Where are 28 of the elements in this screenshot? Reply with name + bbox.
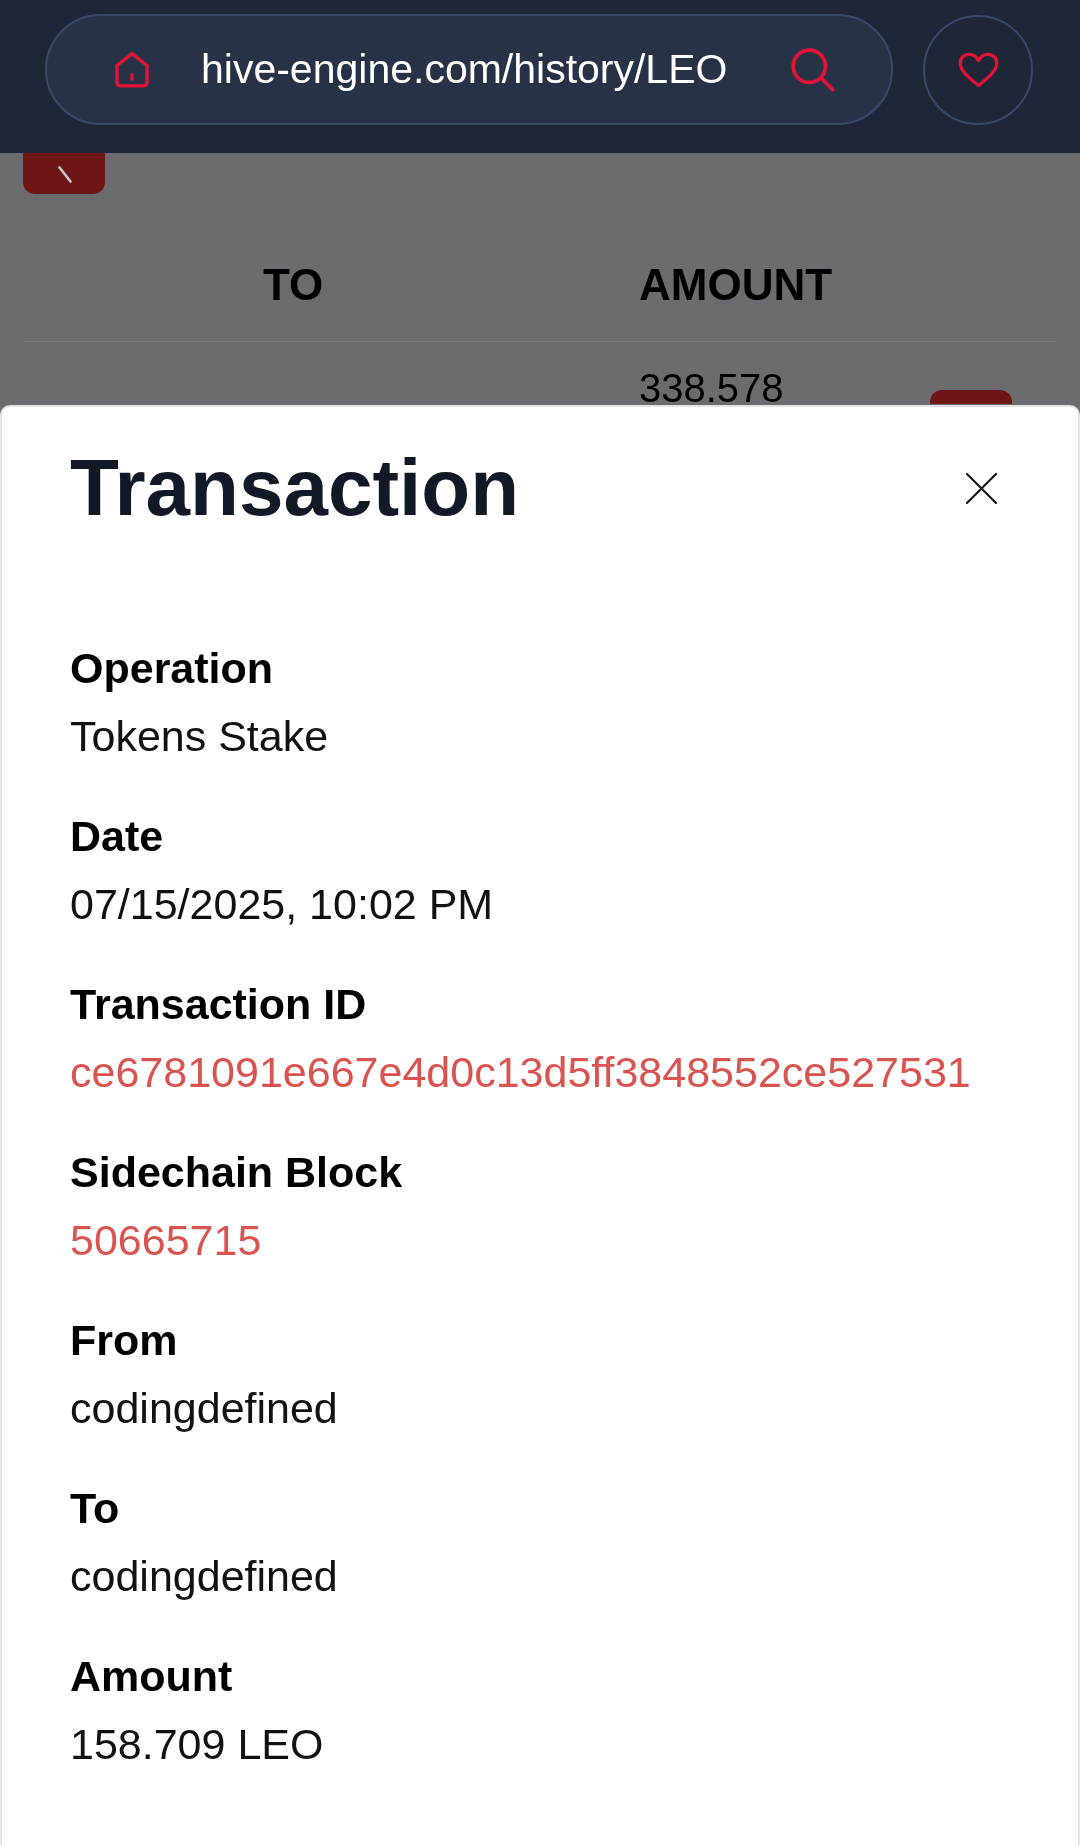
field-label: Sidechain Block — [70, 1147, 403, 1198]
field-value: Tokens Stake — [70, 711, 329, 762]
action-button[interactable] — [930, 390, 1012, 404]
field-label: From — [70, 1315, 178, 1366]
modal-title: Transaction — [70, 442, 520, 534]
field-label: Transaction ID — [70, 979, 367, 1030]
url-text[interactable]: hive-engine.com/history/LEO — [201, 46, 728, 93]
action-button[interactable] — [23, 153, 105, 194]
field-value: 07/15/2025, 10:02 PM — [70, 879, 494, 930]
close-icon — [966, 472, 997, 504]
close-button[interactable] — [966, 472, 997, 504]
heart-icon — [957, 52, 999, 88]
table-cell: 338.578 — [639, 372, 784, 404]
field-label: Operation — [70, 643, 274, 694]
field-link[interactable]: ce6781091e667e4d0c13d5ff3848552ce527531 — [70, 1044, 971, 1100]
field-link[interactable]: 50665715 — [70, 1212, 262, 1268]
field-label: To — [70, 1483, 120, 1534]
field-value: 158.709 LEO — [70, 1719, 324, 1770]
field-label: Date — [70, 811, 164, 862]
column-header: TO — [263, 259, 324, 311]
column-header: AMOUNT — [639, 259, 833, 311]
field-value: codingdefined — [70, 1383, 338, 1434]
diagonal-line-icon — [58, 165, 72, 183]
address-bar[interactable]: hive-engine.com/history/LEO — [45, 14, 893, 125]
field-value: codingdefined — [70, 1551, 338, 1602]
home-icon[interactable] — [112, 51, 152, 88]
field-label: Amount — [70, 1651, 233, 1702]
search-icon[interactable] — [790, 47, 835, 92]
